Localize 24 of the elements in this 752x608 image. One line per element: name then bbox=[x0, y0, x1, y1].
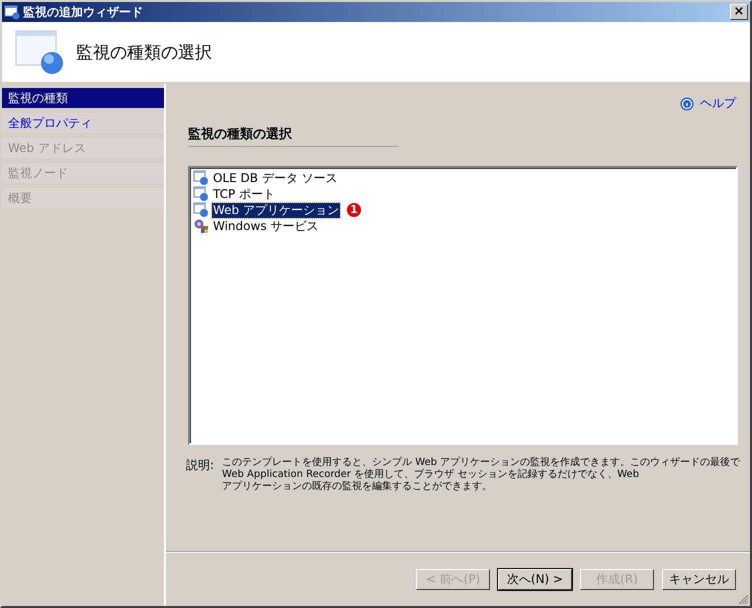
wizard-button[interactable]: 次へ(N) > bbox=[498, 569, 572, 590]
wizard-button[interactable]: キャンセル bbox=[662, 569, 736, 590]
description-text: このテンプレートを使用すると、シンプル Web アプリケーションの監視を作成できます。このウィザードの最後で Web Application Recorder を使用して、ブラウザ セッションを記録するだけでなく、Web アプリケーションの既存の監視を編集することができます。 bbox=[222, 457, 740, 493]
section-title: 監視の種類の選択 bbox=[188, 125, 398, 147]
sidebar-item[interactable]: 監視の種類 bbox=[2, 88, 164, 108]
window-globe-icon bbox=[193, 202, 209, 218]
list-item[interactable]: Web アプリケーション bbox=[212, 202, 340, 218]
list-item[interactable]: Windows サービス bbox=[212, 218, 320, 234]
sidebar-item[interactable]: 全般プロパティ bbox=[2, 113, 164, 133]
monitor-globe-icon bbox=[14, 29, 64, 75]
description-label: 説明: bbox=[186, 457, 214, 474]
list-item[interactable]: OLE DB データ ソース bbox=[212, 170, 339, 186]
page-title: 監視の種類の選択 bbox=[76, 42, 212, 64]
window-globe-icon bbox=[193, 186, 209, 202]
window-title: 監視の追加ウィザード bbox=[23, 4, 144, 20]
close-button[interactable]: × bbox=[730, 4, 748, 20]
gears-icon bbox=[193, 218, 209, 234]
help-link[interactable]: ヘルプ bbox=[680, 95, 736, 112]
resize-grip-icon[interactable] bbox=[737, 593, 749, 605]
callout-badge: 1 bbox=[346, 203, 361, 217]
window-icon bbox=[4, 4, 20, 20]
window-globe-icon bbox=[193, 170, 209, 186]
list-item[interactable]: TCP ポート bbox=[212, 186, 276, 202]
help-icon bbox=[680, 96, 694, 110]
